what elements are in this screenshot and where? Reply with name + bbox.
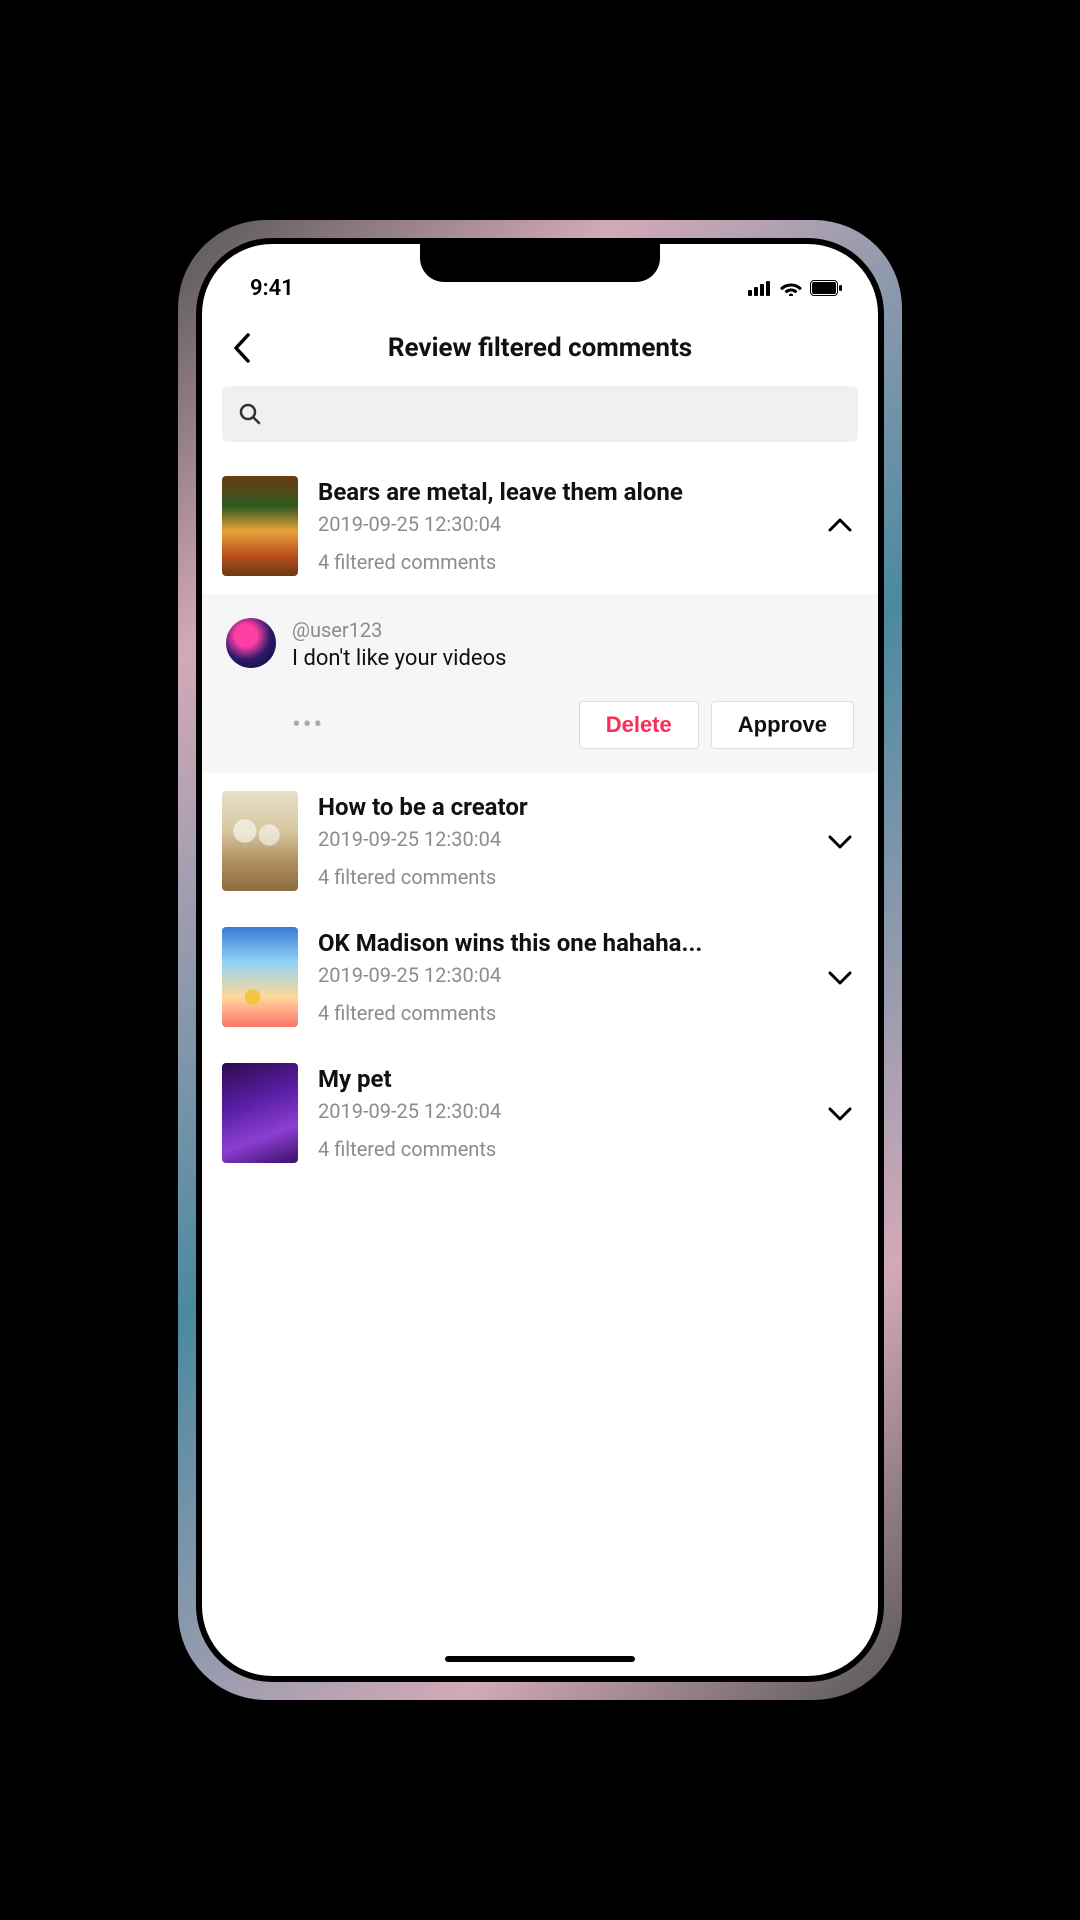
video-title: How to be a creator — [318, 793, 806, 821]
chevron-down-icon[interactable] — [826, 827, 854, 855]
more-icon[interactable]: ••• — [292, 712, 324, 738]
filtered-count: 4 filtered comments — [318, 1001, 806, 1025]
comment-username[interactable]: @user123 — [292, 618, 854, 642]
phone-frame: 9:41 Review filtered comments — [178, 220, 902, 1700]
comment-text: I don't like your videos — [292, 646, 854, 671]
chevron-down-icon[interactable] — [826, 1099, 854, 1127]
phone-bezel: 9:41 Review filtered comments — [196, 238, 884, 1682]
comment-body: @user123 I don't like your videos — [292, 618, 854, 671]
filtered-count: 4 filtered comments — [318, 550, 806, 574]
video-meta: Bears are metal, leave them alone 2019-0… — [318, 478, 806, 574]
wifi-icon — [780, 280, 802, 296]
back-button[interactable] — [222, 328, 262, 368]
notch — [420, 244, 660, 282]
comment-actions: ••• Delete Approve — [226, 701, 854, 749]
comment-block: @user123 I don't like your videos ••• De… — [202, 594, 878, 773]
video-date: 2019-09-25 12:30:04 — [318, 512, 806, 536]
video-meta: My pet 2019-09-25 12:30:04 4 filtered co… — [318, 1065, 806, 1161]
video-title: My pet — [318, 1065, 806, 1093]
video-date: 2019-09-25 12:30:04 — [318, 963, 806, 987]
comment-row: @user123 I don't like your videos — [226, 618, 854, 671]
battery-icon — [810, 280, 842, 296]
filtered-count: 4 filtered comments — [318, 1137, 806, 1161]
search-input[interactable] — [274, 403, 842, 426]
home-indicator[interactable] — [445, 1656, 635, 1662]
chevron-up-icon[interactable] — [826, 512, 854, 540]
filtered-count: 4 filtered comments — [318, 865, 806, 889]
video-date: 2019-09-25 12:30:04 — [318, 1099, 806, 1123]
video-item[interactable]: OK Madison wins this one hahaha... 2019-… — [202, 909, 878, 1045]
video-thumbnail — [222, 1063, 298, 1163]
video-thumbnail — [222, 476, 298, 576]
video-item[interactable]: My pet 2019-09-25 12:30:04 4 filtered co… — [202, 1045, 878, 1181]
video-item[interactable]: Bears are metal, leave them alone 2019-0… — [202, 458, 878, 594]
page-title: Review filtered comments — [202, 333, 878, 363]
nav-bar: Review filtered comments — [202, 318, 878, 386]
chevron-down-icon[interactable] — [826, 963, 854, 991]
video-title: Bears are metal, leave them alone — [318, 478, 806, 506]
screen: 9:41 Review filtered comments — [202, 244, 878, 1676]
video-title: OK Madison wins this one hahaha... — [318, 929, 806, 957]
chevron-left-icon — [233, 333, 251, 363]
search-container — [202, 386, 878, 458]
search-bar[interactable] — [222, 386, 858, 442]
video-meta: OK Madison wins this one hahaha... 2019-… — [318, 929, 806, 1025]
cellular-icon — [748, 280, 772, 296]
video-thumbnail — [222, 927, 298, 1027]
video-thumbnail — [222, 791, 298, 891]
video-date: 2019-09-25 12:30:04 — [318, 827, 806, 851]
video-list[interactable]: Bears are metal, leave them alone 2019-0… — [202, 458, 878, 1676]
approve-button[interactable]: Approve — [711, 701, 854, 749]
avatar[interactable] — [226, 618, 276, 668]
delete-button[interactable]: Delete — [579, 701, 699, 749]
video-meta: How to be a creator 2019-09-25 12:30:04 … — [318, 793, 806, 889]
video-item[interactable]: How to be a creator 2019-09-25 12:30:04 … — [202, 773, 878, 909]
status-icons — [748, 280, 842, 296]
search-icon — [238, 402, 262, 426]
status-time: 9:41 — [250, 276, 294, 301]
